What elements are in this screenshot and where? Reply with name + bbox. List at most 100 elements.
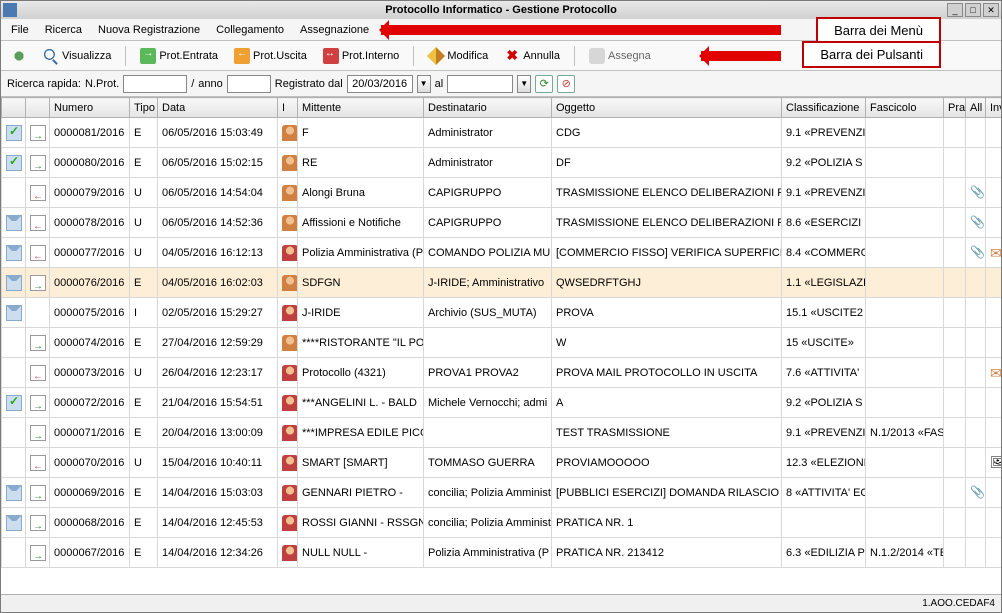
menu-ricerca[interactable]: Ricerca xyxy=(39,22,88,38)
date-to-input[interactable] xyxy=(447,75,513,93)
cell-classificazione: 8.4 «COMMERC xyxy=(782,238,866,268)
col-oggetto[interactable]: Oggetto xyxy=(552,98,782,118)
table-row[interactable]: 0000067/2016E14/04/2016 12:34:26NULL NUL… xyxy=(2,538,1002,568)
close-icon[interactable]: ✕ xyxy=(983,3,999,17)
clear-button[interactable]: ⊘ xyxy=(557,75,575,93)
cell-tipo: U xyxy=(130,238,158,268)
minimize-icon[interactable]: _ xyxy=(947,3,963,17)
table-row[interactable]: 0000072/2016E21/04/2016 15:54:51***ANGEL… xyxy=(2,388,1002,418)
prot-interno-button[interactable]: Prot.Interno xyxy=(319,46,403,66)
refresh-button[interactable]: ⟳ xyxy=(535,75,553,93)
al-label: al xyxy=(435,78,444,90)
cell-pra xyxy=(944,418,966,448)
cell-oggetto: [COMMERCIO FISSO] VERIFICA SUPERFICIE D xyxy=(552,238,782,268)
person-icon xyxy=(282,395,298,411)
cell-pra xyxy=(944,508,966,538)
cell-pra xyxy=(944,538,966,568)
cell-data: 20/04/2016 13:00:09 xyxy=(158,418,278,448)
cell-classificazione: 8.6 «ESERCIZI xyxy=(782,208,866,238)
date-from-input[interactable] xyxy=(347,75,413,93)
table-row[interactable]: 0000068/2016E14/04/2016 12:45:53ROSSI GI… xyxy=(2,508,1002,538)
table-row[interactable]: 0000069/2016E14/04/2016 15:03:03GENNARI … xyxy=(2,478,1002,508)
table-row[interactable]: 0000070/2016U15/04/2016 10:40:11SMART [S… xyxy=(2,448,1002,478)
table-row[interactable]: 0000080/2016E06/05/2016 15:02:15REAdmini… xyxy=(2,148,1002,178)
cell-oggetto: TRASMISSIONE ELENCO DELIBERAZIONI PUBE xyxy=(552,178,782,208)
col-destinatario[interactable]: Destinatario xyxy=(424,98,552,118)
home-button[interactable] xyxy=(7,46,31,66)
mail-icon xyxy=(990,365,1001,381)
col-classificazione[interactable]: Classificazione xyxy=(782,98,866,118)
cell-classificazione: 9.2 «POLIZIA S xyxy=(782,148,866,178)
cell-data: 06/05/2016 14:54:04 xyxy=(158,178,278,208)
modifica-button[interactable]: Modifica xyxy=(424,46,492,66)
col-doc[interactable] xyxy=(26,98,50,118)
table-row[interactable]: 0000071/2016E20/04/2016 13:00:09***IMPRE… xyxy=(2,418,1002,448)
assegna-button[interactable]: Assegna xyxy=(585,46,655,66)
person-icon xyxy=(282,485,298,501)
cell-destinatario xyxy=(424,328,552,358)
nprot-input[interactable] xyxy=(123,75,187,93)
maximize-icon[interactable]: □ xyxy=(965,3,981,17)
date-from-dropdown[interactable]: ▼ xyxy=(417,75,431,93)
cell-oggetto: CDG xyxy=(552,118,782,148)
cell-data: 06/05/2016 15:03:49 xyxy=(158,118,278,148)
cell-numero: 0000078/2016 xyxy=(50,208,130,238)
visualizza-button[interactable]: Visualizza xyxy=(39,46,115,66)
table-row[interactable]: 0000079/2016U06/05/2016 14:54:04Alongi B… xyxy=(2,178,1002,208)
menu-assegnazione[interactable]: Assegnazione xyxy=(294,22,375,38)
table-row[interactable]: 0000075/2016I02/05/2016 15:29:27J-IRIDEA… xyxy=(2,298,1002,328)
date-to-dropdown[interactable]: ▼ xyxy=(517,75,531,93)
col-pra[interactable]: Pra xyxy=(944,98,966,118)
cell-numero: 0000077/2016 xyxy=(50,238,130,268)
col-numero[interactable]: Numero xyxy=(50,98,130,118)
cell-pra xyxy=(944,238,966,268)
table-row[interactable]: 0000076/2016E04/05/2016 16:02:03SDFGNJ-I… xyxy=(2,268,1002,298)
col-envelope[interactable] xyxy=(2,98,26,118)
table-row[interactable]: 0000081/2016E06/05/2016 15:03:49FAdminis… xyxy=(2,118,1002,148)
cell-tipo: E xyxy=(130,268,158,298)
menu-collegamento[interactable]: Collegamento xyxy=(210,22,290,38)
cell-destinatario xyxy=(424,418,552,448)
cell-tipo: U xyxy=(130,448,158,478)
cell-data: 02/05/2016 15:29:27 xyxy=(158,298,278,328)
anno-input[interactable] xyxy=(227,75,271,93)
cell-inv xyxy=(986,478,1002,508)
table-row[interactable]: 0000077/2016U04/05/2016 16:12:13Polizia … xyxy=(2,238,1002,268)
cell-classificazione: 12.3 «ELEZIONI xyxy=(782,448,866,478)
toolbar: Visualizza Prot.Entrata Prot.Uscita Prot… xyxy=(1,41,1001,71)
cell-destinatario: Michele Vernocchi; admi xyxy=(424,388,552,418)
cell-numero: 0000072/2016 xyxy=(50,388,130,418)
cell-classificazione: 15 «USCITE» xyxy=(782,328,866,358)
cell-inv xyxy=(986,358,1002,388)
cell-all xyxy=(966,298,986,328)
table-row[interactable]: 0000074/2016E27/04/2016 12:59:29****RIST… xyxy=(2,328,1002,358)
col-data[interactable]: Data xyxy=(158,98,278,118)
col-all[interactable]: All xyxy=(966,98,986,118)
cell-oggetto: PROVA xyxy=(552,298,782,328)
table-row[interactable]: 0000073/2016U26/04/2016 12:23:17Protocol… xyxy=(2,358,1002,388)
cell-mittente: Protocollo (4321) xyxy=(298,358,424,388)
cell-data: 21/04/2016 15:54:51 xyxy=(158,388,278,418)
table-header-row: Numero Tipo Data I Mittente Destinatario… xyxy=(2,98,1002,118)
col-tipo[interactable]: Tipo xyxy=(130,98,158,118)
registrato-label: Registrato dal xyxy=(275,78,343,90)
cell-mittente: Alongi Bruna xyxy=(298,178,424,208)
menu-nuova-registrazione[interactable]: Nuova Registrazione xyxy=(92,22,206,38)
col-i[interactable]: I xyxy=(278,98,298,118)
menu-file[interactable]: File xyxy=(5,22,35,38)
uscita-label: Prot.Uscita xyxy=(253,50,307,62)
annulla-button[interactable]: Annulla xyxy=(500,46,564,66)
col-mittente[interactable]: Mittente xyxy=(298,98,424,118)
table-row[interactable]: 0000078/2016U06/05/2016 14:52:36Affissio… xyxy=(2,208,1002,238)
col-inv[interactable]: Inv xyxy=(986,98,1002,118)
col-fascicolo[interactable]: Fascicolo xyxy=(866,98,944,118)
prot-uscita-button[interactable]: Prot.Uscita xyxy=(230,46,311,66)
cell-inv xyxy=(986,238,1002,268)
cell-fascicolo xyxy=(866,508,944,538)
protocol-grid[interactable]: Numero Tipo Data I Mittente Destinatario… xyxy=(1,97,1001,594)
cell-mittente: ***IMPRESA EDILE PICO xyxy=(298,418,424,448)
cell-destinatario: CAPIGRUPPO xyxy=(424,178,552,208)
prot-entrata-button[interactable]: Prot.Entrata xyxy=(136,46,222,66)
doc-icon xyxy=(30,485,46,501)
cell-oggetto: PROVIAMOOOOO xyxy=(552,448,782,478)
